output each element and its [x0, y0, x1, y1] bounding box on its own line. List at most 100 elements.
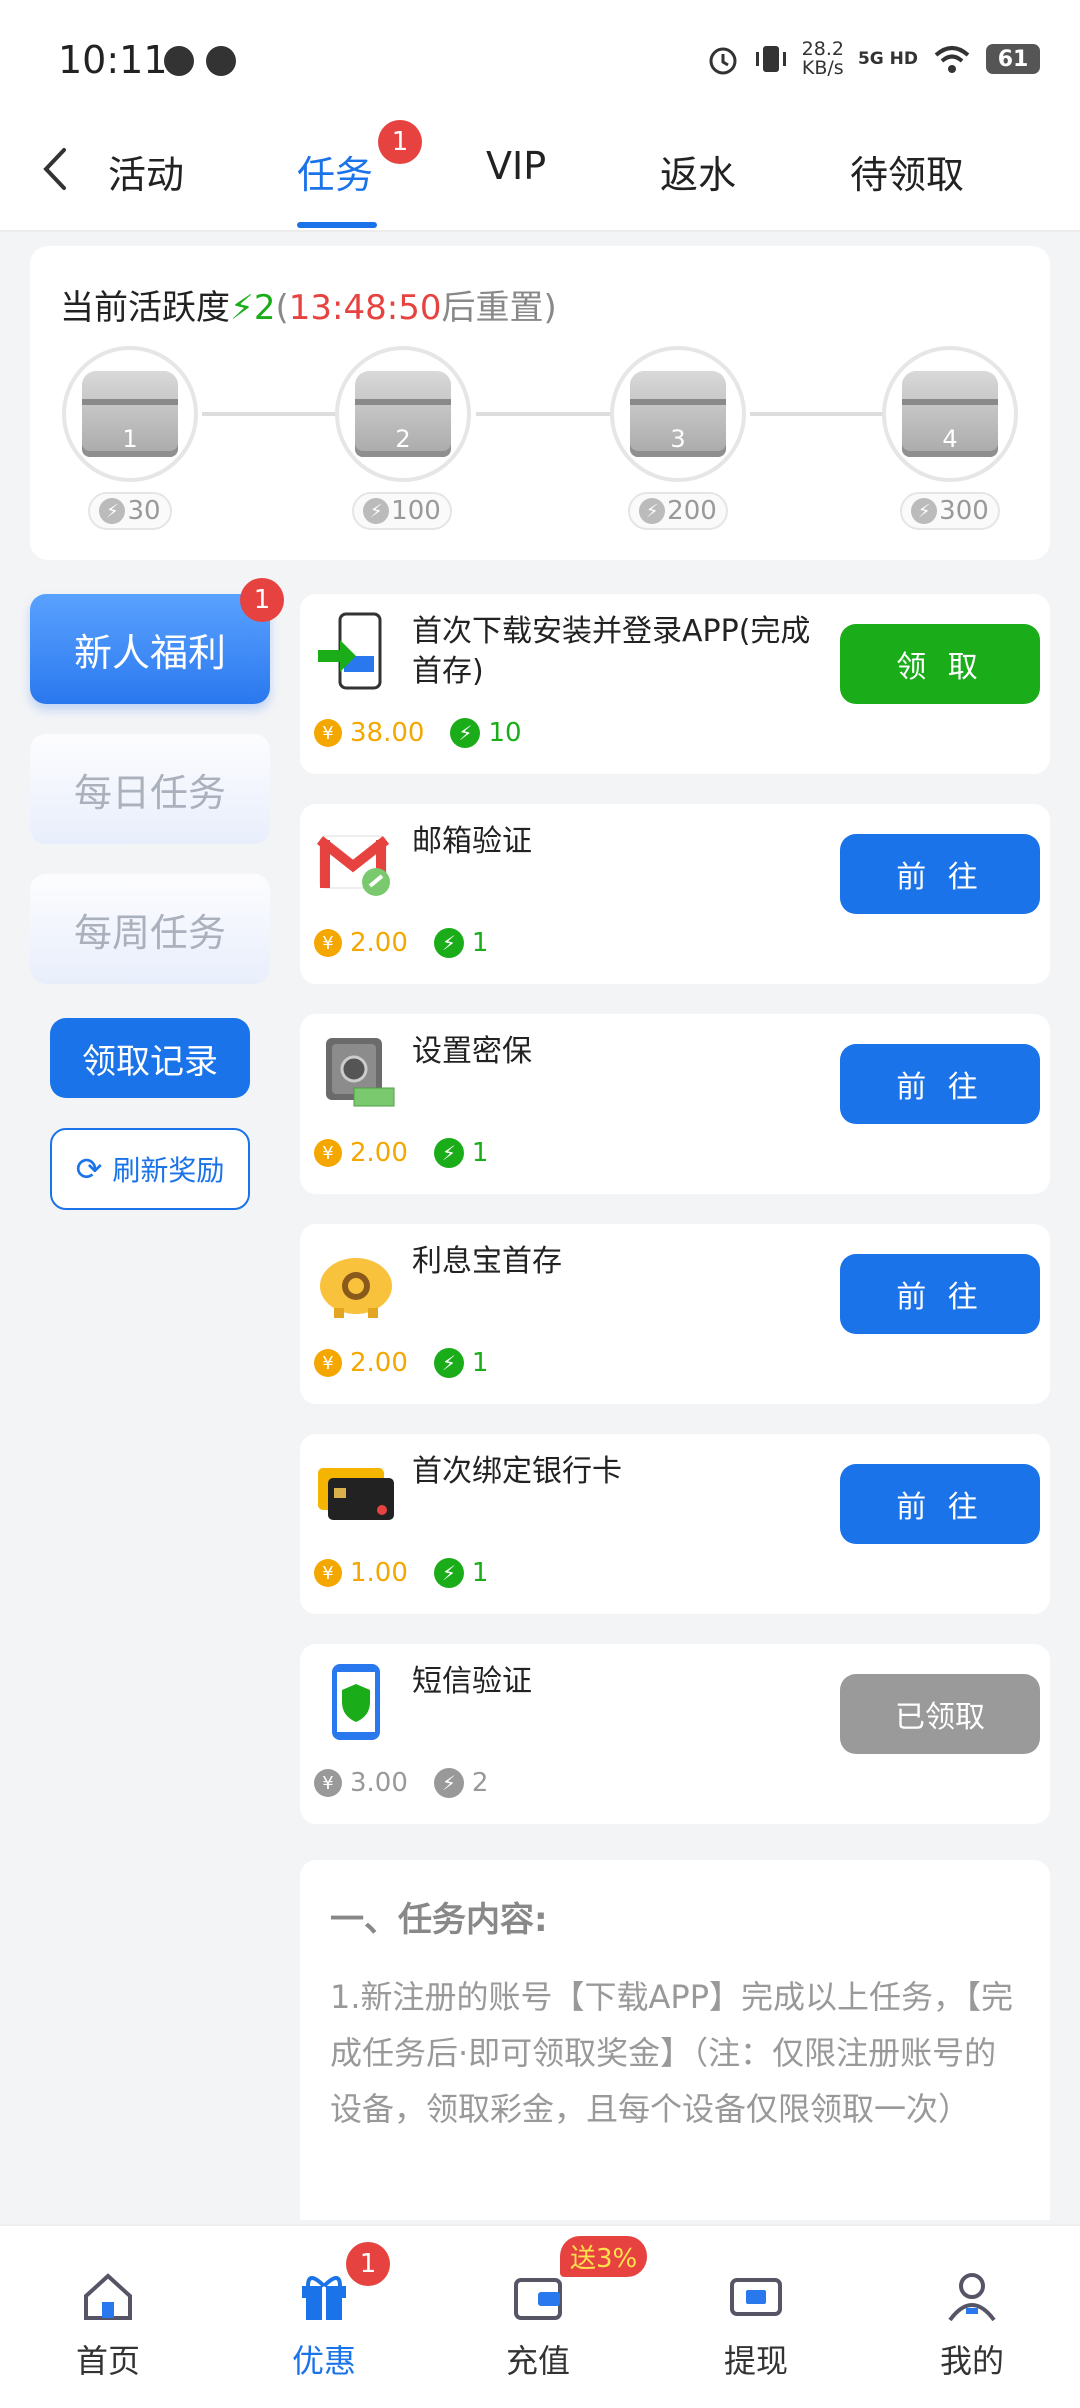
bank-card-icon	[314, 1450, 398, 1534]
tab-pending[interactable]: 待领取	[850, 144, 964, 199]
task-name: 利息宝首存	[412, 1244, 562, 1279]
activity-title: 当前活跃度⚡2(13:48:50后重置)	[60, 288, 557, 328]
claim-button[interactable]: 领 取	[840, 624, 1040, 704]
tab-rebate[interactable]: 返水	[660, 144, 736, 199]
chest-icon: 2	[355, 371, 451, 457]
bolt-icon: ⚡	[433, 1768, 464, 1798]
nav-home[interactable]: 首页	[48, 2266, 168, 2382]
gmail-link-icon	[314, 820, 398, 904]
tab-tasks[interactable]: 任务	[297, 144, 373, 199]
task-reward: ¥38.00 ⚡ 10	[314, 718, 522, 748]
bolt-icon: ⚡	[450, 718, 481, 748]
category-newcomer[interactable]: 新人福利	[30, 594, 270, 704]
bottom-nav: 首页 优惠 1 充值 送3% 提现 我的	[0, 2224, 1080, 2408]
check-notification-icon	[206, 46, 236, 76]
task-reward: ¥2.00 ⚡ 1	[314, 1138, 488, 1168]
vibrate-icon	[755, 46, 786, 72]
status-time: 10:11	[58, 38, 168, 82]
task-card: 利息宝首存 前 往 ¥2.00 ⚡ 1	[300, 1224, 1050, 1404]
treasure-chest-2[interactable]: 2	[335, 346, 471, 482]
bolt-icon: ⚡	[433, 1558, 464, 1588]
coin-icon: ¥	[314, 1349, 342, 1377]
task-card: 短信验证 已领取 ¥3.00 ⚡ 2	[300, 1644, 1050, 1824]
coin-icon: ¥	[314, 1559, 342, 1587]
claim-record-button[interactable]: 领取记录	[50, 1018, 250, 1098]
task-reward: ¥2.00 ⚡ 1	[314, 1348, 488, 1378]
chest-icon: 1	[82, 371, 178, 457]
task-card: 首次绑定银行卡 前 往 ¥1.00 ⚡ 1	[300, 1434, 1050, 1614]
treasure-chest-4[interactable]: 4	[882, 346, 1018, 482]
safe-icon	[314, 1030, 398, 1114]
task-name: 邮箱验证	[412, 824, 532, 859]
phone-shield-icon	[314, 1660, 398, 1744]
status-bar: 10:11 28.2 KB/s 5G HD 61	[0, 0, 1080, 120]
status-indicators: 28.2 KB/s 5G HD 61	[706, 40, 1040, 78]
claimed-button[interactable]: 已领取	[840, 1674, 1040, 1754]
alarm-icon	[709, 47, 737, 75]
category-weekly[interactable]: 每周任务	[30, 874, 270, 984]
task-card: 设置密保 前 往 ¥2.00 ⚡ 1	[300, 1014, 1050, 1194]
coin-icon: ¥	[314, 719, 342, 747]
tab-tasks-badge: 1	[378, 120, 422, 164]
go-button[interactable]: 前 往	[840, 834, 1040, 914]
net-speed: 28.2 KB/s	[801, 38, 844, 79]
task-card: 首次下载安装并登录APP(完成首存) 领 取 ¥38.00 ⚡ 10	[300, 594, 1050, 774]
go-button[interactable]: 前 往	[840, 1044, 1040, 1124]
tab-active-indicator	[297, 222, 377, 228]
wallet-icon	[514, 2278, 562, 2320]
deposit-promo-badge: 送3%	[560, 2236, 648, 2277]
task-reward: ¥1.00 ⚡ 1	[314, 1558, 488, 1588]
task-reward: ¥2.00 ⚡ 1	[314, 928, 488, 958]
bolt-icon: ⚡	[363, 498, 390, 524]
back-arrow-icon[interactable]	[34, 144, 78, 194]
bolt-icon: ⚡	[639, 498, 666, 524]
gift-icon	[302, 2276, 346, 2320]
bolt-icon: ⚡	[99, 498, 126, 524]
go-button[interactable]: 前 往	[840, 1254, 1040, 1334]
nav-offers-badge: 1	[346, 2242, 390, 2286]
go-button[interactable]: 前 往	[840, 1464, 1040, 1544]
progress-arrow	[476, 403, 632, 425]
chest-points-1: ⚡ 30	[88, 492, 172, 530]
bolt-icon: ⚡	[433, 1348, 464, 1378]
user-icon	[948, 2273, 996, 2322]
task-reward: ¥3.00 ⚡ 2	[314, 1768, 488, 1798]
chest-points-3: ⚡ 200	[628, 492, 728, 530]
piggy-bank-icon	[314, 1240, 398, 1324]
network-indicator: 5G HD	[857, 49, 918, 69]
home-icon	[84, 2273, 132, 2320]
coin-icon: ¥	[314, 1769, 342, 1797]
chest-icon: 4	[902, 371, 998, 457]
nav-withdraw[interactable]: 提现	[696, 2266, 816, 2382]
refresh-icon: ⟳	[75, 1150, 103, 1188]
coin-icon: ¥	[314, 929, 342, 957]
refresh-reward-button[interactable]: ⟳ 刷新奖励	[50, 1128, 250, 1210]
content-text: 1.新注册的账号【下载APP】完成以上任务，【完成任务后·即可领取奖金】（注：仅…	[330, 1978, 1014, 2128]
bolt-icon: ⚡	[911, 498, 938, 524]
chest-points-2: ⚡ 100	[352, 492, 452, 530]
activity-card: 当前活跃度⚡2(13:48:50后重置) 1 2 3 4 ⚡ 30 ⚡ 100 ⚡ 2…	[30, 246, 1050, 560]
wifi-icon	[934, 46, 970, 73]
treasure-chest-3[interactable]: 3	[610, 346, 746, 482]
tab-activity[interactable]: 活动	[108, 144, 184, 199]
task-name: 首次下载安装并登录APP(完成首存)	[412, 614, 811, 689]
task-card: 邮箱验证 前 往 ¥2.00 ⚡ 1	[300, 804, 1050, 984]
activity-level: 2	[253, 288, 276, 328]
nav-deposit[interactable]: 充值	[478, 2266, 598, 2382]
bolt-icon: ⚡	[230, 288, 254, 328]
treasure-chest-1[interactable]: 1	[62, 346, 198, 482]
task-name: 短信验证	[412, 1664, 532, 1699]
activity-countdown: 13:48:50	[288, 288, 442, 328]
tab-vip[interactable]: VIP	[486, 144, 546, 188]
category-daily[interactable]: 每日任务	[30, 734, 270, 844]
chat-notification-icon	[164, 46, 194, 76]
coin-icon: ¥	[314, 1139, 342, 1167]
nav-profile[interactable]: 我的	[912, 2266, 1032, 2382]
category-newcomer-badge: 1	[240, 578, 284, 622]
progress-arrow	[750, 403, 906, 425]
task-content-box: 一、任务内容: 1.新注册的账号【下载APP】完成以上任务，【完成任务后·即可领…	[300, 1860, 1050, 2220]
app-download-icon	[314, 610, 398, 694]
top-tab-bar: 活动 任务 1 VIP 返水 待领取	[0, 120, 1080, 232]
bolt-icon: ⚡	[433, 1138, 464, 1168]
task-name: 首次绑定银行卡	[412, 1454, 622, 1489]
